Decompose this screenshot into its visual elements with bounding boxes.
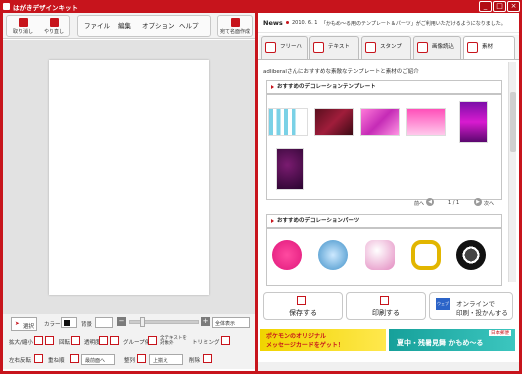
footer-bar [258, 362, 519, 371]
part-blue-crystal[interactable] [318, 240, 348, 270]
arrow-icon: ➤ [15, 321, 20, 327]
undo-icon [18, 18, 28, 27]
app-icon [3, 3, 10, 10]
printer-icon [379, 296, 389, 305]
redo-button[interactable]: やり直し [39, 17, 69, 37]
section-templates-header: おすすめのデコレーションテンプレート [266, 80, 502, 94]
print-button[interactable]: 印刷する [346, 292, 426, 320]
background-label: 背景 [81, 322, 93, 328]
panel-scrollbar[interactable] [508, 62, 516, 282]
news-text[interactable]: 「かもめ～る用のテンプレート＆パーツ」がご利用いただけるようになりました。 [321, 20, 506, 27]
flip-icon[interactable] [34, 354, 43, 363]
address-card-icon [230, 18, 240, 27]
postcard-canvas[interactable] [49, 60, 209, 295]
template-thumb-1[interactable] [268, 108, 308, 136]
kamome-banner[interactable]: 日本郵便 夏中・残暑見舞 かもめ～る [389, 329, 515, 351]
news-label: News [263, 19, 283, 27]
tab-image-load[interactable]: 画像読込 [413, 36, 461, 59]
part-pink-seal[interactable] [272, 240, 302, 270]
next-arrow-icon[interactable]: ▶ [474, 198, 482, 206]
color-label: カラー [44, 322, 61, 328]
pen-icon [265, 42, 276, 53]
title-bar: はがきデザインキット _ □ × [0, 0, 522, 13]
news-date: 2010. 6. 1 [292, 20, 318, 26]
close-button[interactable]: × [507, 1, 520, 12]
part-black-heart[interactable] [456, 240, 486, 270]
rotate-icon[interactable] [71, 336, 80, 345]
online-print-button[interactable]: ウェブポ オンラインで 印刷・投かんする [429, 292, 513, 320]
webpo-badge: ウェブポ [436, 298, 450, 318]
tool-row-1: ➤ 選択 カラー 背景 − + 全体表示 [3, 314, 255, 331]
menu-edit[interactable]: 編集 [118, 20, 131, 30]
menu-group: ファイル 編集 オプション ヘルプ [77, 15, 211, 37]
align-icon[interactable] [137, 354, 146, 363]
show-all-button[interactable]: 全体表示 [212, 317, 250, 328]
news-bar: News 2010. 6. 1 「かもめ～る用のテンプレート＆パーツ」がご利用い… [258, 13, 519, 33]
menu-help[interactable]: ヘルプ [179, 20, 199, 30]
materials-panel: adliberalさんにおすすめな素敵なテンプレートと素材のご紹介 おすすめのデ… [258, 59, 519, 287]
template-thumb-4[interactable] [406, 108, 446, 136]
group-icon[interactable] [148, 336, 157, 345]
zoom-slider-handle[interactable] [140, 317, 145, 327]
tab-text[interactable]: テキスト [309, 36, 359, 59]
save-button[interactable]: 保存する [263, 292, 343, 320]
trash-icon[interactable] [203, 354, 212, 363]
trimming-icon[interactable] [221, 336, 230, 345]
opacity-up-icon[interactable] [110, 336, 119, 345]
layer-order-dropdown[interactable]: 最前面へ [81, 354, 115, 365]
make-address-button[interactable]: 宛て名面作成 [220, 17, 250, 37]
minimize-button[interactable]: _ [479, 1, 492, 12]
tab-materials[interactable]: 素材 [463, 36, 515, 59]
tool-tabs: フリーハンド テキスト スタンプ 画像読込 素材 [259, 35, 519, 71]
menu-file[interactable]: ファイル [84, 20, 110, 30]
maximize-button[interactable]: □ [493, 1, 506, 12]
tab-stamp[interactable]: スタンプ [361, 36, 411, 59]
image-icon [417, 42, 428, 53]
part-pink-heart[interactable] [365, 240, 395, 270]
opacity-down-icon[interactable] [99, 336, 108, 345]
intro-text: adliberalさんにおすすめな素敵なテンプレートと素材のご紹介 [263, 69, 419, 75]
template-thumb-2[interactable] [314, 108, 354, 136]
undo-button[interactable]: 取り消し [8, 17, 38, 37]
align-dropdown[interactable]: 上揃え [149, 354, 183, 365]
template-thumb-6[interactable] [276, 148, 304, 190]
news-bullet-icon [286, 21, 289, 24]
tab-freehand[interactable]: フリーハンド [261, 36, 308, 71]
color-swatch [64, 320, 70, 326]
section-parts-header: おすすめのデコレーションパーツ [266, 214, 502, 228]
app-title: はがきデザインキット [13, 4, 78, 12]
top-toolbar: 取り消し やり直し ファイル 編集 オプション ヘルプ 宛て名面作成 [3, 13, 255, 39]
color-dropdown[interactable] [61, 317, 77, 328]
redo-icon [49, 18, 59, 27]
text-icon [313, 42, 324, 53]
scale-up-icon[interactable] [45, 336, 54, 345]
bottom-toolbar: ➤ 選択 カラー 背景 − + 全体表示 拡大/縮小 回転 透明度 グループ化 … [3, 314, 255, 369]
prev-arrow-icon[interactable]: ◀ [426, 198, 434, 206]
pokemon-banner[interactable]: ポケモンのオリジナル メッセージカードをゲット！ [260, 329, 386, 351]
undo-redo-group: 取り消し やり直し [6, 15, 70, 37]
zoom-in-icon[interactable]: + [201, 317, 210, 326]
pager-prev[interactable]: 前へ [414, 200, 424, 207]
select-tool-button[interactable]: ➤ 選択 [11, 317, 37, 331]
zoom-out-icon[interactable]: − [117, 317, 126, 326]
shapes-icon [467, 42, 478, 53]
scrollbar-thumb[interactable] [510, 92, 516, 152]
scale-down-icon[interactable] [34, 336, 43, 345]
part-gold-heart[interactable] [411, 240, 441, 270]
menu-options[interactable]: オプション [142, 20, 175, 30]
layer-icon[interactable] [70, 354, 79, 363]
pager-page: 1 / 1 [448, 200, 460, 206]
save-icon [296, 296, 306, 305]
stamp-icon [365, 42, 376, 53]
tool-row-3: 左右反転 重ね順 最前面へ 整列 上揃え 削除 [3, 351, 255, 368]
tool-row-2: 拡大/縮小 回転 透明度 グループ化 全テキストを対象外 トリミング [3, 333, 255, 350]
background-dropdown[interactable] [95, 317, 113, 328]
pager-next[interactable]: 次へ [484, 200, 494, 207]
template-thumb-5[interactable] [459, 101, 488, 143]
address-side-group: 宛て名面作成 [217, 15, 253, 37]
template-thumb-3[interactable] [360, 108, 400, 136]
